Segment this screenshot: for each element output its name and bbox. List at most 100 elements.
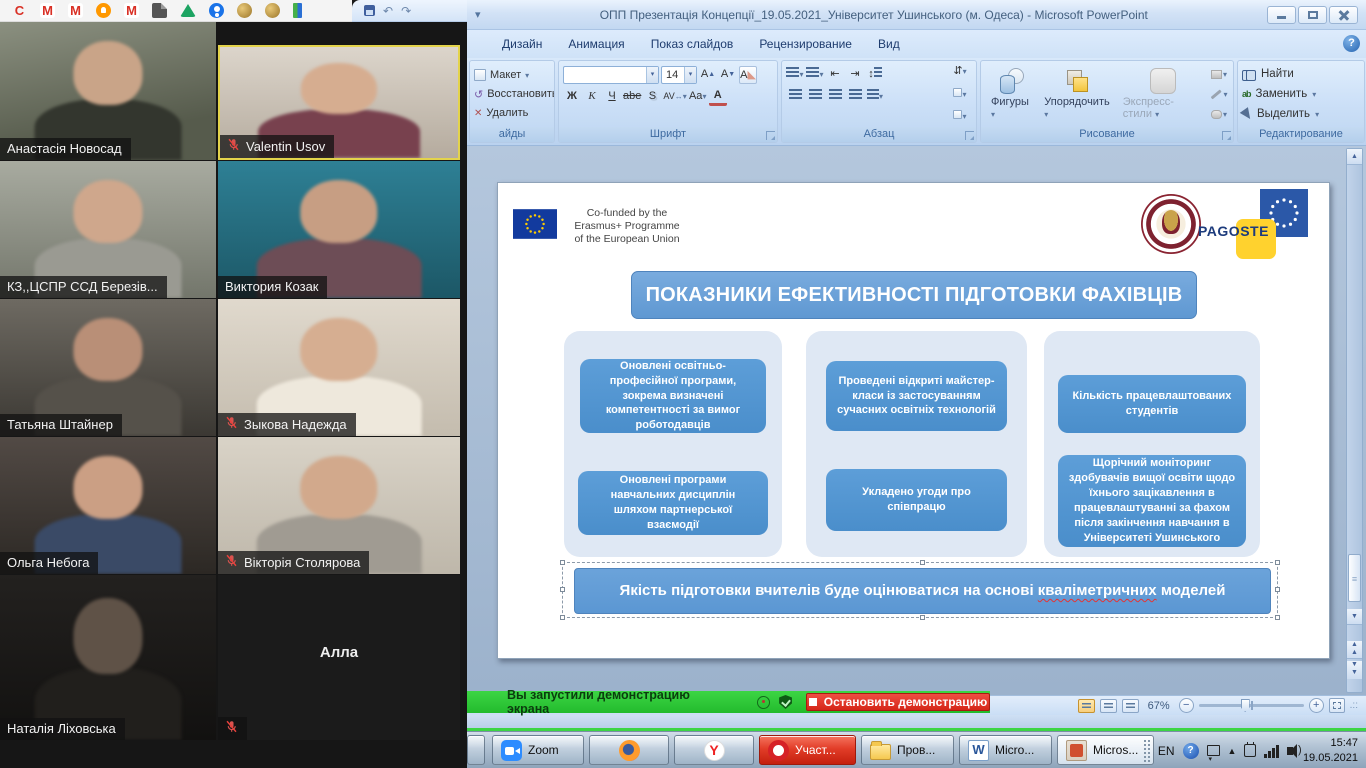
misc-logo-icon[interactable] <box>293 3 302 18</box>
font-color-button[interactable]: А <box>709 88 727 106</box>
fit-slide-to-window-icon[interactable] <box>1329 698 1345 713</box>
change-case-button[interactable]: Aa▾ <box>689 88 707 106</box>
slide-text-box[interactable]: Проведені відкриті майстер-класи із заст… <box>826 361 1007 431</box>
taskbar-button-пров-[interactable]: Пров... <box>861 735 954 765</box>
slide-canvas[interactable]: Co-funded by the Erasmus+ Programme of t… <box>497 182 1330 659</box>
document-icon[interactable] <box>152 3 167 18</box>
slide-title[interactable]: ПОКАЗНИКИ ЕФЕКТИВНОСТІ ПІДГОТОВКИ ФАХІВЦ… <box>631 271 1197 319</box>
align-left-button[interactable] <box>786 88 804 106</box>
undo-icon[interactable]: ↶ <box>383 5 393 17</box>
participant-tile[interactable]: Виктория Козак <box>218 161 460 298</box>
taskbar-button-участ-[interactable]: Участ... <box>759 735 856 765</box>
participant-tile[interactable]: КЗ,,ЦСПР ССД Березів... <box>0 161 216 298</box>
close-button[interactable] <box>1329 6 1358 24</box>
stop-share-button[interactable]: Остановить демонстрацию <box>806 693 990 711</box>
zoom-out-icon[interactable]: − <box>1179 698 1194 713</box>
select-button[interactable]: Выделить ▾ <box>1242 105 1360 124</box>
text-shadow-button[interactable]: S <box>643 88 661 106</box>
conclusion-banner[interactable]: Якість підготовки вчителів буде оцінюват… <box>574 568 1271 614</box>
volume-icon[interactable] <box>1287 747 1293 755</box>
participant-tile[interactable]: Татьяна Штайнер <box>0 299 216 436</box>
justify-button[interactable] <box>846 88 864 106</box>
find-button[interactable]: Найти <box>1242 65 1360 84</box>
minimize-button[interactable] <box>1267 6 1296 24</box>
scrollbar-thumb[interactable] <box>1348 554 1361 602</box>
tray-help-icon[interactable] <box>1183 743 1199 759</box>
save-icon[interactable] <box>364 5 375 16</box>
taskbar-button-zoom[interactable]: Zoom <box>492 735 584 765</box>
grow-font-button[interactable]: A▲ <box>699 66 717 84</box>
line-spacing-button[interactable]: ↕ <box>866 66 884 84</box>
slide-text-box[interactable]: Кількість працевлаштованих студентів <box>1058 375 1246 433</box>
align-right-button[interactable] <box>826 88 844 106</box>
c-logo-icon[interactable]: C <box>12 3 27 18</box>
google-drive-icon[interactable] <box>180 4 196 17</box>
increase-indent-button[interactable]: ⇥ <box>846 66 864 84</box>
participant-tile[interactable]: Valentin Usov <box>218 45 460 160</box>
participant-tile[interactable]: Зыкова Надежда <box>218 299 460 436</box>
numbering-button[interactable]: ▾ <box>806 66 824 84</box>
quick-styles-button[interactable]: Экспресс-стили ▾ <box>1117 66 1209 122</box>
participant-tile[interactable]: Наталія Ліховська <box>0 575 216 740</box>
zoom-in-icon[interactable]: + <box>1309 698 1324 713</box>
security-shield-icon[interactable] <box>779 695 792 709</box>
taskbar-grip-icon[interactable] <box>1143 739 1150 763</box>
tab-дизайн[interactable]: Дизайн <box>489 32 555 56</box>
layout-button[interactable]: Макет▾ <box>474 66 550 85</box>
participant-tile[interactable]: Алла <box>218 575 460 740</box>
tab-рецензирование[interactable]: Рецензирование <box>746 32 865 56</box>
delete-slide-button[interactable]: ✕Удалить <box>474 104 550 123</box>
shapes-button[interactable]: Фигуры ▾ <box>985 66 1038 122</box>
italic-button[interactable]: К <box>583 88 601 106</box>
clock[interactable]: 15:47 19.05.2021 <box>1303 736 1358 766</box>
show-hidden-icons-icon[interactable]: ▲ <box>1228 746 1237 756</box>
tab-вид[interactable]: Вид <box>865 32 913 56</box>
text-direction-button[interactable]: ⇵▾ <box>948 65 972 78</box>
notification-bell-icon[interactable] <box>96 3 111 18</box>
tab-показ-слайдов[interactable]: Показ слайдов <box>638 32 747 56</box>
decrease-indent-button[interactable]: ⇤ <box>826 66 844 84</box>
bold-button[interactable]: Ж <box>563 88 581 106</box>
slide-text-box[interactable]: Щорічний моніторинг здобувачів вищої осв… <box>1058 455 1246 547</box>
columns-button[interactable]: ▾ <box>866 88 884 106</box>
vertical-scrollbar[interactable]: ▲ ▼ ▲▲ ▼▼ <box>1346 148 1363 693</box>
language-bar[interactable]: EN <box>1158 744 1175 758</box>
font-size-combo[interactable]: 14▾ <box>661 66 697 84</box>
paragraph-dialog-launcher-icon[interactable] <box>965 131 974 140</box>
bullets-button[interactable]: ▾ <box>786 66 804 84</box>
font-dialog-launcher-icon[interactable] <box>766 131 775 140</box>
coin-icon[interactable] <box>265 3 280 18</box>
shape-outline-button[interactable]: ▾ <box>1209 85 1229 103</box>
reset-button[interactable]: ↺Восстановить <box>474 85 550 104</box>
tray-window-icon[interactable] <box>1207 745 1220 756</box>
taskbar-button-firefox[interactable] <box>589 735 669 765</box>
next-slide-icon[interactable]: ▼▼ <box>1347 661 1362 679</box>
gmail-icon[interactable]: M <box>68 3 83 18</box>
shrink-font-button[interactable]: A▼ <box>719 66 737 84</box>
replace-button[interactable]: abЗаменить ▾ <box>1242 85 1360 104</box>
taskbar-partial-button[interactable] <box>467 735 485 765</box>
slide-text-box[interactable]: Оновлені освітньо-професійної програми, … <box>580 359 766 433</box>
taskbar-button-micro-[interactable]: Micro... <box>959 735 1052 765</box>
shape-fill-button[interactable]: ▾ <box>1209 65 1229 83</box>
arrange-button[interactable]: Упорядочить ▾ <box>1038 66 1117 122</box>
clear-formatting-button[interactable]: A◣ <box>739 66 757 84</box>
align-text-button[interactable]: ▾ <box>948 88 972 101</box>
participant-tile[interactable]: Ольга Небога <box>0 437 216 574</box>
slideshow-view-button[interactable] <box>1122 699 1139 713</box>
gmail-icon[interactable]: M <box>40 3 55 18</box>
network-signal-icon[interactable] <box>1264 744 1279 758</box>
taskbar-button-micros-[interactable]: Micros... <box>1057 735 1154 765</box>
scroll-down-icon[interactable]: ▼ <box>1347 609 1362 625</box>
taskbar-button-yandex[interactable] <box>674 735 754 765</box>
font-name-combo[interactable]: ▾ <box>563 66 659 84</box>
slide-text-box[interactable]: Оновлені програми навчальних дисциплін ш… <box>578 471 768 535</box>
zoom-slider-thumb[interactable] <box>1241 699 1250 712</box>
slide-text-box[interactable]: Укладено угоди про співпрацю <box>826 469 1007 531</box>
contact-icon[interactable] <box>209 3 224 18</box>
redo-icon[interactable]: ↷ <box>401 5 411 17</box>
participant-tile[interactable]: Вікторія Столярова <box>218 437 460 574</box>
maximize-button[interactable] <box>1298 6 1327 24</box>
shape-effects-button[interactable]: ▾ <box>1209 105 1229 123</box>
coin-icon[interactable] <box>237 3 252 18</box>
